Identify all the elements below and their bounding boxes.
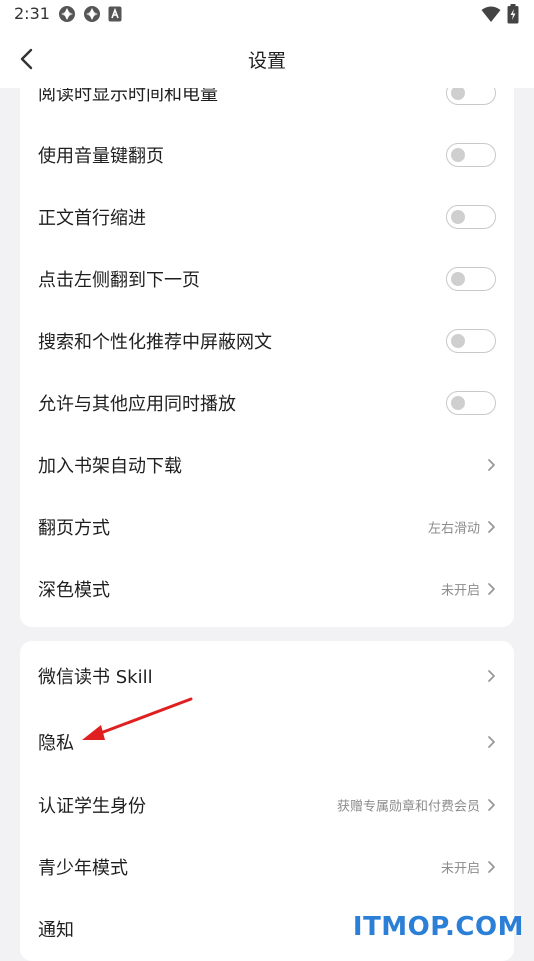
setting-row-page-turn-mode[interactable]: 翻页方式 左右滑动 [20, 496, 514, 558]
setting-row-tap-left-next[interactable]: 点击左侧翻到下一页 [20, 248, 514, 310]
toggle-knob [451, 272, 465, 286]
header: 设置 [0, 28, 534, 88]
setting-label: 深色模式 [38, 580, 110, 601]
toggle-knob [451, 148, 465, 162]
app-a-icon [108, 6, 122, 22]
setting-row-first-line-indent[interactable]: 正文首行缩进 [20, 186, 514, 248]
sync-icon [84, 6, 100, 22]
chevron-right-icon [488, 670, 495, 682]
setting-label: 使用音量键翻页 [38, 146, 164, 167]
wifi-icon [481, 6, 501, 22]
setting-row-volume-key-page[interactable]: 使用音量键翻页 [20, 124, 514, 186]
chevron-right-icon [488, 583, 495, 595]
setting-label: 点击左侧翻到下一页 [38, 270, 200, 291]
status-bar: 2:31 [0, 0, 534, 28]
setting-row-privacy[interactable]: 隐私 [20, 711, 514, 773]
sync-icon [59, 6, 75, 22]
chevron-right-icon [488, 736, 495, 748]
page-title: 设置 [247, 50, 286, 72]
toggle-switch[interactable] [446, 391, 496, 415]
toggle-knob [451, 210, 465, 224]
setting-label: 翻页方式 [38, 518, 110, 539]
setting-row-student-verify[interactable]: 认证学生身份 获赠专属勋章和付费会员 [20, 774, 514, 836]
toggle-knob [451, 396, 465, 410]
setting-row-allow-concurrent-play[interactable]: 允许与其他应用同时播放 [20, 372, 514, 434]
status-time: 2:31 [14, 4, 50, 23]
battery-charging-icon [507, 4, 519, 24]
setting-label: 认证学生身份 [38, 796, 146, 817]
reading-settings-card: 阅读时显示时间和电量 使用音量键翻页 正文首行缩进 点击左侧翻到下一页 搜索和个… [20, 62, 514, 627]
setting-value: 未开启 [440, 583, 480, 599]
toggle-switch[interactable] [446, 143, 496, 167]
setting-value: 获赠专属勋章和付费会员 [336, 799, 480, 815]
setting-label: 通知 [38, 920, 74, 941]
setting-label: 允许与其他应用同时播放 [38, 394, 236, 415]
setting-label: 正文首行缩进 [38, 208, 146, 229]
setting-row-dark-mode[interactable]: 深色模式 未开启 [20, 558, 514, 620]
setting-row-block-web-novels[interactable]: 搜索和个性化推荐中屏蔽网文 [20, 310, 514, 372]
setting-value: 左右滑动 [427, 521, 480, 537]
chevron-right-icon [488, 521, 495, 533]
chevron-right-icon [488, 459, 495, 471]
toggle-switch[interactable] [446, 329, 496, 353]
toggle-switch[interactable] [446, 267, 496, 291]
toggle-knob [451, 334, 465, 348]
chevron-right-icon [488, 861, 495, 873]
setting-value: 未开启 [440, 861, 480, 877]
setting-label: 青少年模式 [38, 858, 128, 879]
chevron-right-icon [488, 799, 495, 811]
setting-row-teen-mode[interactable]: 青少年模式 未开启 [20, 836, 514, 898]
setting-label: 微信读书 Skill [38, 667, 153, 688]
setting-label: 隐私 [38, 733, 74, 754]
toggle-switch[interactable] [446, 205, 496, 229]
setting-row-wechat-skill[interactable]: 微信读书 Skill [20, 645, 514, 707]
setting-label: 搜索和个性化推荐中屏蔽网文 [38, 332, 272, 353]
toggle-knob [451, 86, 465, 100]
setting-row-auto-download[interactable]: 加入书架自动下载 [20, 434, 514, 496]
setting-label: 加入书架自动下载 [38, 456, 182, 477]
watermark: ITMOP.COM [352, 912, 524, 942]
